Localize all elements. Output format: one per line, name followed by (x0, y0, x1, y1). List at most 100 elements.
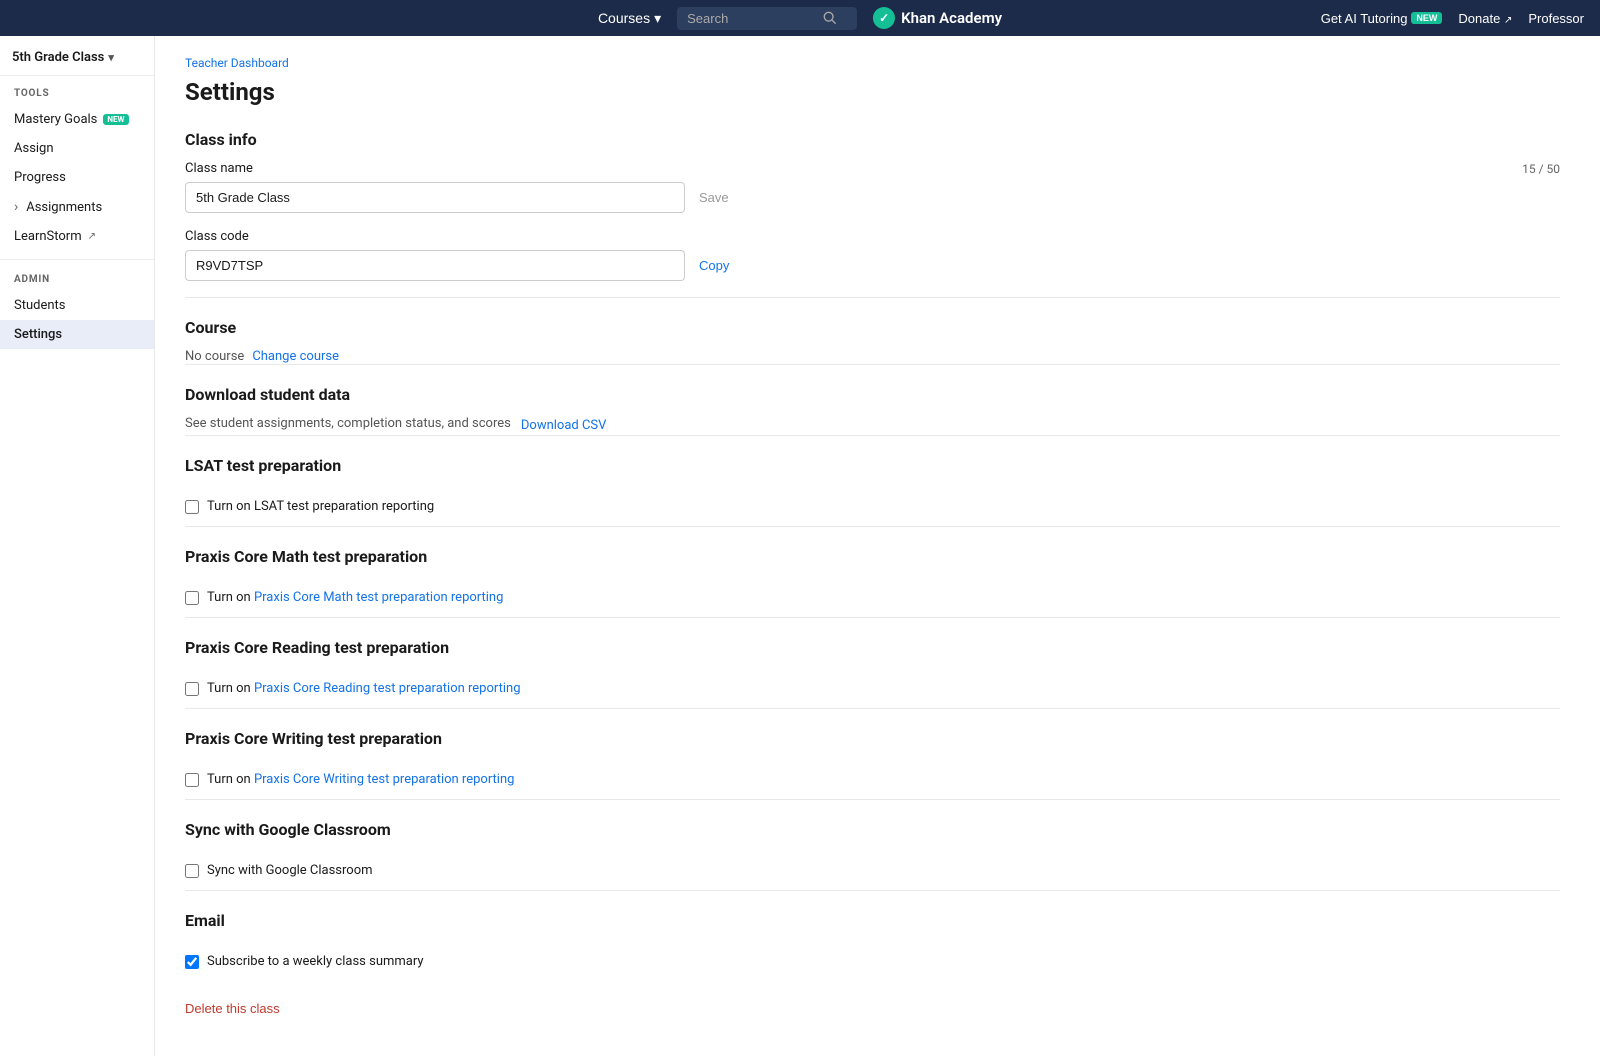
ai-tutoring-button[interactable]: Get AI Tutoring NEW (1321, 11, 1443, 26)
sidebar-item-mastery-goals[interactable]: Mastery Goals NEW (0, 105, 154, 134)
google-sync-checkbox-label[interactable]: Sync with Google Classroom (207, 863, 373, 878)
sidebar-item-assignments[interactable]: Assignments (0, 192, 154, 222)
praxis-math-link[interactable]: Praxis Core Math test preparation report… (254, 590, 503, 605)
search-icon (823, 11, 837, 25)
search-input[interactable] (687, 11, 817, 26)
brand-name: Khan Academy (901, 9, 1002, 27)
sidebar-item-assign[interactable]: Assign (0, 134, 154, 163)
courses-button[interactable]: Courses ▾ (598, 10, 661, 27)
download-desc: See student assignments, completion stat… (185, 416, 511, 431)
admin-section: ADMIN Students Settings (0, 259, 154, 349)
new-badge: NEW (1411, 12, 1442, 24)
course-title: Course (185, 318, 1560, 337)
khan-logo-icon: ✓ (873, 7, 895, 29)
class-chevron-icon: ▾ (108, 51, 114, 64)
lsat-checkbox-row: Turn on LSAT test preparation reporting (185, 487, 1560, 526)
change-course-link[interactable]: Change course (252, 349, 339, 364)
sidebar-item-learnstorm[interactable]: LearnStorm ↗ (0, 222, 154, 251)
class-code-label: Class code (185, 229, 249, 244)
learnstorm-label: LearnStorm (14, 229, 82, 244)
praxis-writing-section: Praxis Core Writing test preparation Tur… (185, 708, 1560, 799)
google-sync-title: Sync with Google Classroom (185, 820, 1560, 839)
nav-center: Courses ▾ ✓ Khan Academy (598, 7, 1002, 30)
assignments-label: Assignments (26, 200, 102, 215)
chevron-down-icon: ▾ (654, 10, 661, 27)
top-navigation: Courses ▾ ✓ Khan Academy Get AI Tutoring… (0, 0, 1600, 36)
copy-button[interactable]: Copy (695, 258, 733, 273)
praxis-reading-checkbox[interactable] (185, 682, 199, 696)
no-course-text: No course (185, 349, 244, 364)
class-name-label: Class name (185, 161, 253, 176)
praxis-math-section: Praxis Core Math test preparation Turn o… (185, 526, 1560, 617)
nav-right: Get AI Tutoring NEW Donate ↗ Professor (1321, 11, 1584, 26)
lsat-checkbox[interactable] (185, 500, 199, 514)
email-section: Email Subscribe to a weekly class summar… (185, 890, 1560, 981)
assign-label: Assign (14, 141, 54, 156)
class-selector[interactable]: 5th Grade Class ▾ (0, 36, 154, 76)
sidebar-item-progress[interactable]: Progress (0, 163, 154, 192)
email-checkbox-label[interactable]: Subscribe to a weekly class summary (207, 954, 424, 969)
download-title: Download student data (185, 385, 1560, 404)
donate-button[interactable]: Donate ↗ (1458, 11, 1512, 26)
praxis-reading-section: Praxis Core Reading test preparation Tur… (185, 617, 1560, 708)
download-csv-link[interactable]: Download CSV (521, 418, 607, 433)
course-info: No course Change course (185, 349, 1560, 364)
settings-label: Settings (14, 327, 62, 342)
praxis-writing-checkbox-label[interactable]: Turn on Praxis Core Writing test prepara… (207, 772, 514, 787)
praxis-reading-checkbox-row: Turn on Praxis Core Reading test prepara… (185, 669, 1560, 708)
mastery-goals-label: Mastery Goals (14, 112, 97, 127)
praxis-reading-link[interactable]: Praxis Core Reading test preparation rep… (254, 681, 521, 696)
donate-label: Donate (1458, 11, 1500, 26)
google-sync-section: Sync with Google Classroom Sync with Goo… (185, 799, 1560, 890)
praxis-math-checkbox[interactable] (185, 591, 199, 605)
brand-logo: ✓ Khan Academy (873, 7, 1002, 29)
praxis-writing-link[interactable]: Praxis Core Writing test preparation rep… (254, 772, 514, 787)
praxis-math-checkbox-label[interactable]: Turn on Praxis Core Math test preparatio… (207, 590, 503, 605)
class-code-input-row: Copy (185, 250, 1560, 281)
main-layout: 5th Grade Class ▾ TOOLS Mastery Goals NE… (0, 36, 1600, 1056)
lsat-checkbox-label[interactable]: Turn on LSAT test preparation reporting (207, 499, 434, 514)
tools-section: TOOLS Mastery Goals NEW Assign Progress … (0, 76, 154, 251)
class-name-input[interactable] (185, 182, 685, 213)
class-name-label-row: Class name 15 / 50 (185, 161, 1560, 176)
students-label: Students (14, 298, 66, 313)
download-section: Download student data See student assign… (185, 364, 1560, 435)
praxis-writing-checkbox[interactable] (185, 773, 199, 787)
email-title: Email (185, 911, 1560, 930)
praxis-reading-checkbox-label[interactable]: Turn on Praxis Core Reading test prepara… (207, 681, 521, 696)
lsat-title: LSAT test preparation (185, 456, 1560, 475)
breadcrumb[interactable]: Teacher Dashboard (185, 56, 1560, 70)
download-row: See student assignments, completion stat… (185, 416, 1560, 435)
page-title: Settings (185, 78, 1560, 106)
mastery-goals-badge: NEW (103, 114, 128, 125)
class-code-label-row: Class code (185, 229, 1560, 244)
tools-section-label: TOOLS (0, 88, 154, 105)
courses-label: Courses (598, 10, 650, 26)
google-sync-checkbox-row: Sync with Google Classroom (185, 851, 1560, 890)
lsat-section: LSAT test preparation Turn on LSAT test … (185, 435, 1560, 526)
user-label: Professor (1528, 11, 1584, 26)
email-checkbox[interactable] (185, 955, 199, 969)
course-section: Course No course Change course (185, 297, 1560, 364)
user-menu-button[interactable]: Professor (1528, 11, 1584, 26)
praxis-writing-title: Praxis Core Writing test preparation (185, 729, 1560, 748)
class-name-char-count: 15 / 50 (1522, 162, 1560, 176)
sidebar-item-settings[interactable]: Settings (0, 320, 154, 349)
progress-label: Progress (14, 170, 66, 185)
admin-section-label: ADMIN (0, 274, 154, 291)
class-code-input[interactable] (185, 250, 685, 281)
praxis-writing-checkbox-row: Turn on Praxis Core Writing test prepara… (185, 760, 1560, 799)
sidebar: 5th Grade Class ▾ TOOLS Mastery Goals NE… (0, 36, 155, 1056)
ai-tutoring-label: Get AI Tutoring (1321, 11, 1408, 26)
class-info-section: Class info Class name 15 / 50 Save Class… (185, 130, 1560, 281)
google-sync-checkbox[interactable] (185, 864, 199, 878)
praxis-reading-title: Praxis Core Reading test preparation (185, 638, 1560, 657)
class-name: 5th Grade Class (12, 50, 104, 65)
delete-class-button[interactable]: Delete this class (185, 1001, 280, 1016)
external-link-icon: ↗ (1504, 15, 1512, 26)
email-checkbox-row: Subscribe to a weekly class summary (185, 942, 1560, 981)
learnstorm-external-icon: ↗ (88, 231, 96, 242)
save-button[interactable]: Save (695, 190, 733, 205)
praxis-math-title: Praxis Core Math test preparation (185, 547, 1560, 566)
sidebar-item-students[interactable]: Students (0, 291, 154, 320)
